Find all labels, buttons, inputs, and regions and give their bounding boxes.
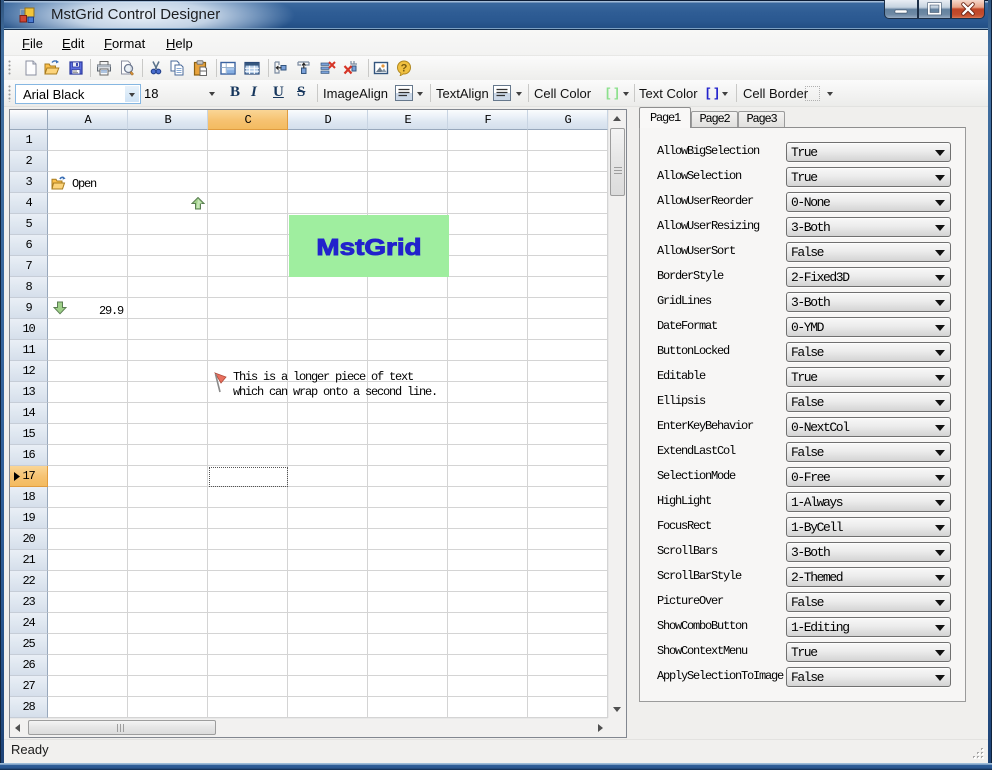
svg-text:?: ? xyxy=(401,63,408,75)
